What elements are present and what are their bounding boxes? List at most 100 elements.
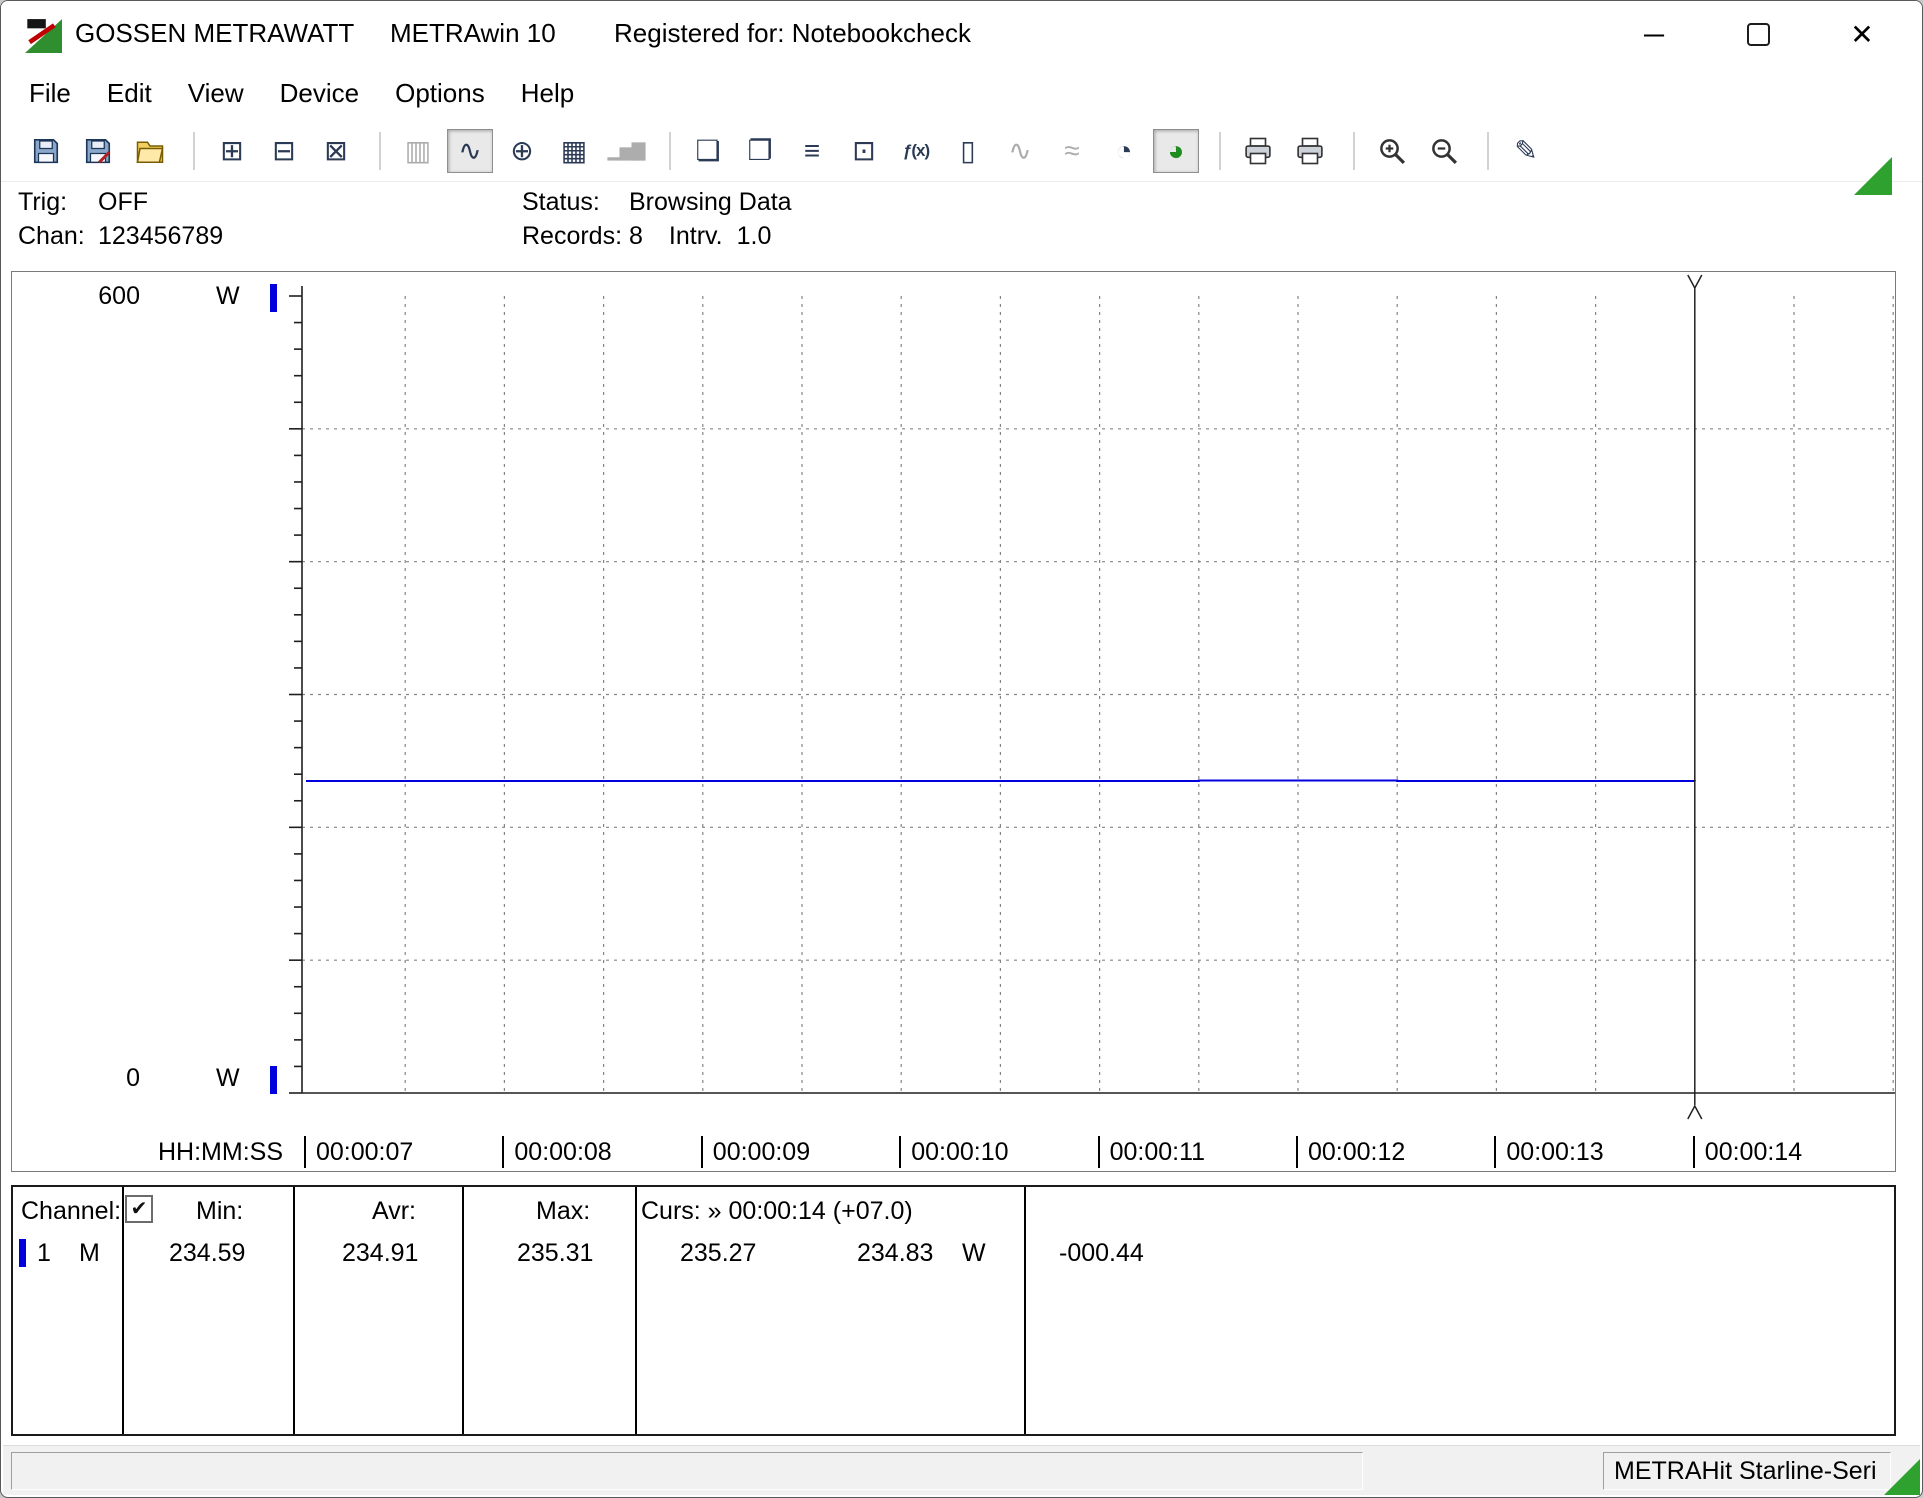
toolbar: ⊞⊟⊠▥∿⊕▦▁▅▇❏❐≡⊡ƒ(x)▯∿≈◔◕✎ (1, 120, 1922, 182)
analog-output-icon: ∿ (1008, 134, 1031, 167)
print-button[interactable] (1235, 129, 1281, 173)
toolbar-separator (379, 132, 381, 170)
toolbar-separator (1487, 132, 1489, 170)
trigger-channel-readout: Trig:OFF Chan:123456789 (18, 185, 223, 253)
save-copy-button[interactable] (75, 129, 121, 173)
trig-label: Trig: (18, 185, 98, 219)
cell-cursor-value-2: 234.83 (857, 1239, 933, 1268)
menu-help[interactable]: Help (503, 72, 592, 115)
menu-device[interactable]: Device (262, 72, 377, 115)
open-button[interactable] (127, 129, 173, 173)
status-label: Status: (522, 185, 629, 219)
channel-color-marker (19, 1239, 26, 1267)
statusbar-message-panel (11, 1452, 1363, 1490)
table-divider (1024, 1187, 1026, 1434)
device-display-icon: ▯ (960, 134, 975, 167)
col-avr-header: Avr: (372, 1197, 416, 1226)
interval-value: 1.0 (737, 222, 772, 250)
y-axis-unit-bottom: W (216, 1064, 240, 1093)
channel-visible-checkbox[interactable]: ✔ (125, 1195, 153, 1223)
menu-bar: FileEditViewDeviceOptionsHelp (1, 68, 1922, 118)
menu-file[interactable]: File (11, 72, 89, 115)
print-icon (1243, 136, 1273, 166)
chart-panel: 600 W 0 W HH:MM:SS 00:00:0700:00:0800:00… (11, 271, 1896, 1172)
maximize-icon (1747, 23, 1770, 46)
col-min-header: Min: (196, 1197, 243, 1226)
zoom-in-icon (1377, 136, 1407, 166)
measurement-table: Channel: ✔ Min: Avr: Max: Curs: » 00:00:… (11, 1185, 1896, 1436)
menu-edit[interactable]: Edit (89, 72, 170, 115)
y-axis-unit-top: W (216, 282, 240, 311)
trig-value: OFF (98, 188, 148, 216)
status-value: Browsing Data (629, 188, 792, 216)
toolbar-separator (1219, 132, 1221, 170)
zoom-out-button[interactable] (1421, 129, 1467, 173)
menu-options[interactable]: Options (377, 72, 503, 115)
interval-label: Intrv. (669, 222, 723, 250)
print-preview-button[interactable] (1287, 129, 1333, 173)
value-list-icon: ≡ (804, 135, 820, 167)
value-list-button[interactable]: ≡ (789, 129, 835, 173)
time-sync-button[interactable]: ◔ (1101, 129, 1147, 173)
interval-timer-button[interactable]: ◕ (1153, 129, 1199, 173)
window-tile-button[interactable]: ❐ (737, 129, 783, 173)
chart-plot[interactable] (12, 272, 1895, 1171)
memory-read-button[interactable]: ⊞ (209, 129, 255, 173)
digital-output-button[interactable]: ≈ (1049, 129, 1095, 173)
table-view-button[interactable]: ▦ (551, 129, 597, 173)
toolbar-separator (193, 132, 195, 170)
close-icon: ✕ (1850, 18, 1873, 51)
save-button[interactable] (23, 129, 69, 173)
metrawin-window: GOSSEN METRAWATT METRAwin 10 Registered … (0, 0, 1923, 1498)
memory-store-button[interactable]: ⊟ (261, 129, 307, 173)
cell-min: 234.59 (169, 1239, 245, 1268)
window-cascade-button[interactable]: ❏ (685, 129, 731, 173)
bar-graph-button[interactable]: ▁▅▇ (603, 129, 649, 173)
zoom-out-icon (1429, 136, 1459, 166)
analog-output-button[interactable]: ∿ (997, 129, 1043, 173)
maximize-button[interactable] (1706, 1, 1810, 68)
device-display-button[interactable]: ▯ (945, 129, 991, 173)
table-view-icon: ▦ (561, 134, 587, 167)
save-copy-icon (83, 136, 113, 166)
chan-value: 123456789 (98, 222, 223, 250)
table-divider (293, 1187, 295, 1434)
close-button[interactable]: ✕ (1810, 1, 1914, 68)
records-line: Records:8Intrv.1.0 (522, 219, 792, 253)
numeric-display-button[interactable]: ▥ (395, 129, 441, 173)
app-logo-icon (25, 16, 62, 53)
open-icon (135, 136, 165, 166)
memory-store-icon: ⊟ (272, 134, 295, 167)
cell-delta: -000.44 (1059, 1239, 1144, 1268)
comment-icon: ✎ (1514, 134, 1537, 167)
statusbar-device-name: METRAHit Starline-Seri (1614, 1457, 1877, 1486)
toolbar-separator (1353, 132, 1355, 170)
cell-channel-number: 1 (37, 1239, 51, 1268)
menu-view[interactable]: View (170, 72, 262, 115)
col-channel-header: Channel: (21, 1197, 121, 1226)
statusbar-device-panel: METRAHit Starline-Seri (1603, 1452, 1891, 1490)
chan-line: Chan:123456789 (18, 219, 223, 253)
resize-grip-icon[interactable] (1884, 1459, 1920, 1495)
memory-export-button[interactable]: ⊠ (313, 129, 359, 173)
monitor-icon: ⊡ (852, 134, 875, 167)
formula-button[interactable]: ƒ(x) (893, 129, 939, 173)
minimize-button[interactable]: ─ (1602, 1, 1706, 68)
memory-export-icon: ⊠ (324, 134, 347, 167)
cell-cursor-value-1: 235.27 (680, 1239, 756, 1268)
memory-read-icon: ⊞ (220, 134, 243, 167)
zoom-in-button[interactable] (1369, 129, 1415, 173)
save-icon (31, 136, 61, 166)
scope-view-button[interactable]: ⊕ (499, 129, 545, 173)
status-line: Status:Browsing Data (522, 185, 792, 219)
formula-icon: ƒ(x) (903, 141, 929, 161)
cell-max: 235.31 (517, 1239, 593, 1268)
cell-channel-mode: M (79, 1239, 100, 1268)
chart-view-button[interactable]: ∿ (447, 129, 493, 173)
toolbar-separator (669, 132, 671, 170)
monitor-button[interactable]: ⊡ (841, 129, 887, 173)
scope-view-icon: ⊕ (510, 134, 533, 167)
title-app-name: METRAwin 10 (390, 18, 556, 49)
chan-label: Chan: (18, 219, 98, 253)
comment-button[interactable]: ✎ (1503, 129, 1549, 173)
